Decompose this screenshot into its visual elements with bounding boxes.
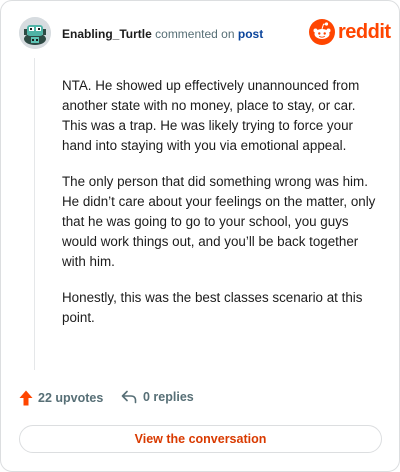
author-name[interactable]: Enabling_Turtle <box>62 27 152 41</box>
upvote-count: 22 upvotes <box>38 391 104 405</box>
comment-paragraph: The only person that did something wrong… <box>62 174 376 269</box>
comment-action-text: commented on <box>155 27 235 41</box>
upvote-button[interactable]: 22 upvotes <box>19 390 103 406</box>
comment-paragraph: NTA. He showed up effectively unannounce… <box>62 78 360 153</box>
reply-button[interactable]: 0 replies <box>121 390 194 404</box>
reply-count: 0 replies <box>143 390 194 404</box>
comment-meta: Enabling_Turtle commented on post <box>62 26 263 42</box>
comment-header: Enabling_Turtle commented on post reddit <box>19 17 391 53</box>
reddit-logo[interactable]: reddit <box>309 17 391 47</box>
reply-icon <box>121 390 137 404</box>
post-link[interactable]: post <box>238 27 263 41</box>
comment-body: NTA. He showed up effectively unannounce… <box>62 76 376 344</box>
view-conversation-button[interactable]: View the conversation <box>19 425 382 453</box>
reddit-wordmark: reddit <box>338 21 391 43</box>
thread-line <box>34 58 35 370</box>
reddit-snoo-icon <box>309 19 335 45</box>
turtle-avatar-icon[interactable] <box>19 17 51 49</box>
upvote-arrow-icon <box>19 390 33 406</box>
comment-paragraph: Honestly, this was the best classes scen… <box>62 290 363 325</box>
comment-embed-card: Enabling_Turtle commented on post reddit… <box>0 0 400 472</box>
